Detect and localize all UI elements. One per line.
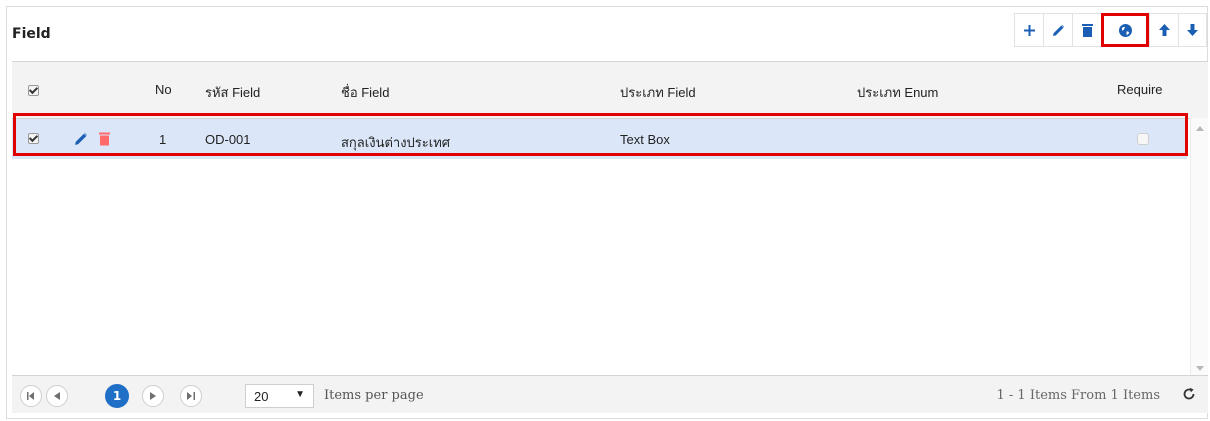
- column-header-no[interactable]: No: [155, 82, 172, 97]
- field-grid: No รหัส Field ชื่อ Field ประเภท Field ปร…: [12, 61, 1208, 413]
- grid-body: 1 OD-001 สกุลเงินต่างประเทศ Text Box: [12, 119, 1208, 377]
- last-page-button[interactable]: [180, 385, 202, 407]
- row-checkbox[interactable]: [28, 133, 39, 144]
- cell-name: สกุลเงินต่างประเทศ: [341, 135, 451, 150]
- plus-icon: [1023, 24, 1035, 36]
- toolbar: [1014, 13, 1207, 47]
- grid-header: No รหัส Field ชื่อ Field ประเภท Field ปร…: [12, 62, 1208, 119]
- vertical-scrollbar[interactable]: [1190, 118, 1208, 379]
- first-page-icon: [27, 392, 34, 400]
- table-row[interactable]: 1 OD-001 สกุลเงินต่างประเทศ Text Box: [12, 119, 1187, 159]
- require-checkbox: [1137, 133, 1149, 145]
- edit-button[interactable]: [1043, 13, 1072, 47]
- trash-icon: [1081, 23, 1093, 37]
- language-button[interactable]: [1101, 13, 1149, 47]
- column-header-enum-type[interactable]: ประเภท Enum: [857, 82, 938, 103]
- last-page-icon: [187, 392, 195, 400]
- next-page-button[interactable]: [142, 385, 164, 407]
- scroll-down-icon[interactable]: [1196, 366, 1204, 371]
- page-size-select[interactable]: 20 ▼: [245, 384, 314, 408]
- globe-icon: [1119, 23, 1132, 37]
- add-button[interactable]: [1014, 13, 1043, 47]
- delete-button[interactable]: [1072, 13, 1101, 47]
- cell-code: OD-001: [205, 132, 251, 147]
- page-size-value: 20: [254, 389, 269, 404]
- column-header-name[interactable]: ชื่อ Field: [341, 82, 389, 103]
- move-down-button[interactable]: [1178, 13, 1207, 47]
- column-header-type[interactable]: ประเภท Field: [620, 82, 696, 103]
- items-per-page-label: Items per page: [324, 388, 424, 403]
- refresh-icon[interactable]: [1182, 387, 1196, 401]
- pager: 1 20 ▼ Items per page 1 - 1 Items From 1…: [12, 375, 1208, 413]
- panel-title: Field: [12, 26, 51, 42]
- previous-page-button[interactable]: [46, 385, 68, 407]
- column-header-require[interactable]: Require: [1117, 82, 1163, 97]
- delete-row-icon[interactable]: [99, 132, 110, 146]
- arrow-up-icon: [1158, 24, 1170, 36]
- next-page-icon: [150, 392, 156, 400]
- pencil-icon: [1052, 24, 1064, 36]
- previous-page-icon: [54, 392, 60, 400]
- edit-row-icon[interactable]: [74, 132, 88, 146]
- current-page-button[interactable]: 1: [105, 384, 129, 408]
- scroll-up-icon[interactable]: [1196, 126, 1204, 131]
- arrow-down-icon: [1187, 24, 1198, 36]
- dropdown-arrow-icon: ▼: [295, 389, 305, 400]
- column-header-code[interactable]: รหัส Field: [205, 82, 260, 103]
- cell-type: Text Box: [620, 132, 670, 147]
- first-page-button[interactable]: [20, 385, 42, 407]
- pager-info: 1 - 1 Items From 1 Items: [996, 388, 1161, 403]
- cell-no: 1: [159, 132, 167, 147]
- field-panel: Field No รหัส Field ชื่อ Field ประเภท Fi…: [6, 6, 1208, 419]
- select-all-checkbox[interactable]: [28, 85, 39, 96]
- move-up-button[interactable]: [1149, 13, 1178, 47]
